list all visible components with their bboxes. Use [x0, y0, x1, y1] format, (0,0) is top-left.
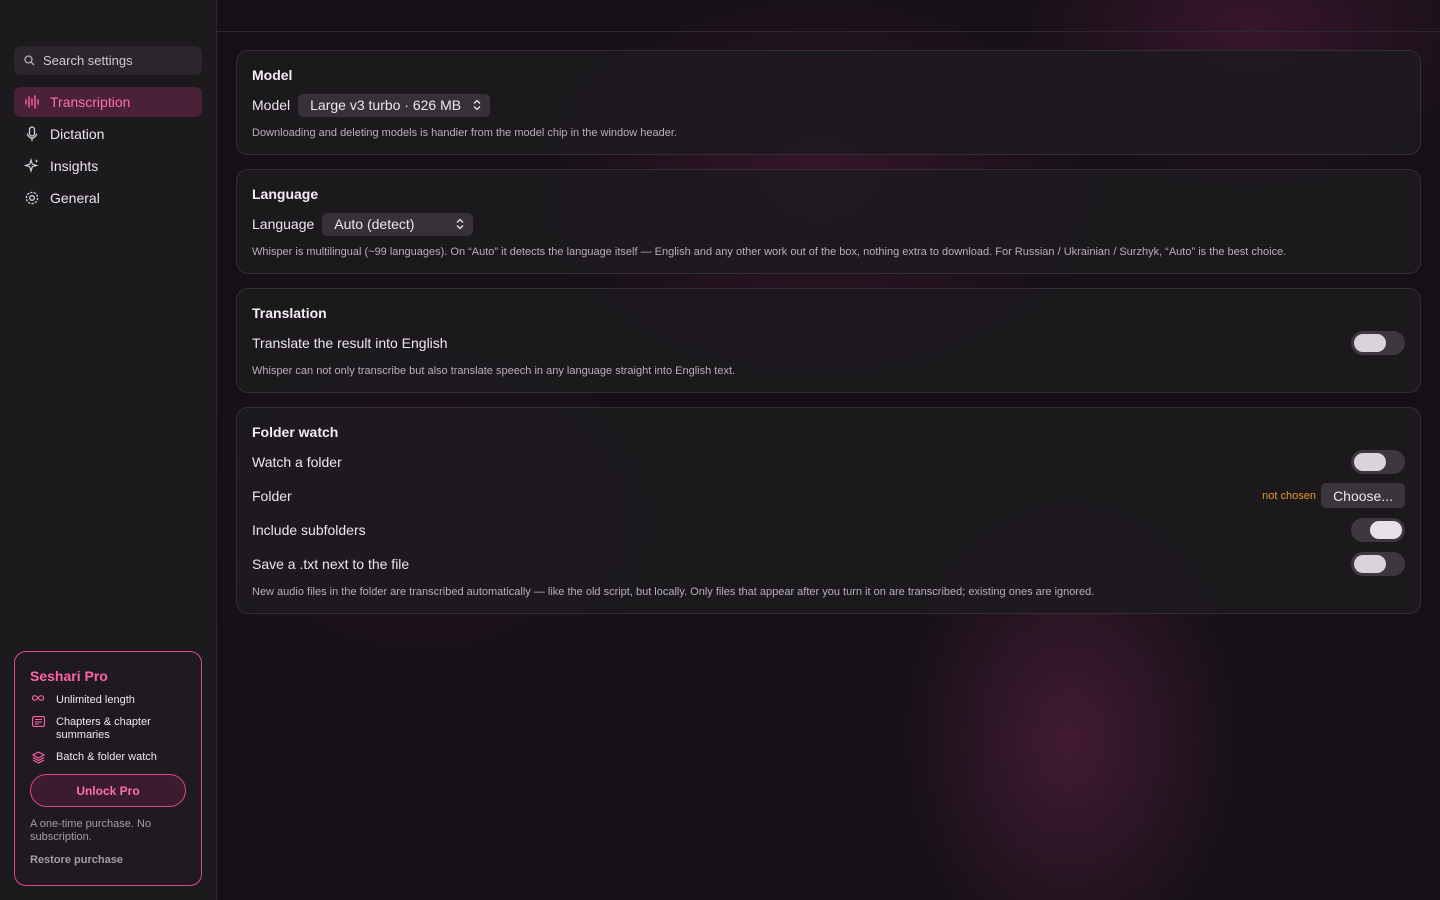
pro-feature-label: Batch & folder watch [56, 751, 157, 763]
model-row: Model Large v3 turbo · 626 MB [252, 93, 1405, 117]
infinity-icon [30, 694, 46, 702]
search-icon [24, 55, 35, 66]
translation-hint: Whisper can not only transcribe but also… [252, 365, 736, 377]
translate-label: Translate the result into English [252, 335, 448, 351]
save-txt-label: Save a .txt next to the file [252, 556, 410, 572]
model-card: Model Model Large v3 turbo · 626 MB Down… [236, 50, 1421, 155]
choose-folder-button[interactable]: Choose... [1321, 483, 1405, 508]
folder-watch-hint: New audio files in the folder are transc… [252, 586, 1095, 598]
toggle-knob [1354, 555, 1386, 573]
chapters-icon [30, 716, 46, 727]
section-title: Folder watch [252, 424, 339, 440]
header-divider [217, 31, 1440, 32]
subfolders-toggle[interactable] [1351, 518, 1405, 542]
model-label: Model [252, 97, 291, 113]
translation-card: Translation Translate the result into En… [236, 288, 1421, 393]
language-label: Language [252, 216, 315, 232]
watch-folder-row: Watch a folder [252, 450, 1405, 474]
pro-title: Seshari Pro [30, 668, 108, 684]
subfolders-label: Include subfolders [252, 522, 366, 538]
language-select-value: Auto (detect) [334, 216, 415, 232]
language-card: Language Language Auto (detect) Whisper … [236, 169, 1421, 274]
search-input[interactable]: Search settings [14, 46, 202, 75]
section-title: Language [252, 186, 319, 202]
language-select[interactable]: Auto (detect) [322, 212, 474, 236]
model-hint: Downloading and deleting models is handi… [252, 127, 677, 139]
save-txt-row: Save a .txt next to the file [252, 552, 1405, 576]
sidebar-item-dictation[interactable]: Dictation [14, 119, 202, 149]
sidebar: Search settings Transcription Dictation … [0, 0, 217, 900]
sidebar-item-label: Insights [50, 158, 99, 174]
sidebar-item-label: Dictation [50, 126, 105, 142]
language-row: Language Auto (detect) [252, 212, 1405, 236]
translate-toggle[interactable] [1351, 331, 1405, 355]
sidebar-item-label: General [50, 190, 100, 206]
translate-row: Translate the result into English [252, 331, 1405, 355]
toggle-knob [1354, 453, 1386, 471]
chevron-updown-icon [456, 218, 464, 230]
folder-row: Folder [252, 484, 1405, 508]
pro-note: A one-time purchase. No subscription. [30, 818, 152, 843]
folder-watch-card: Folder watch Watch a folder Folder not c… [236, 407, 1421, 614]
sparkle-icon [24, 158, 40, 174]
sidebar-item-label: Transcription [50, 94, 131, 110]
restore-purchase-link[interactable]: Restore purchase [30, 854, 186, 866]
microphone-icon [24, 126, 40, 142]
pro-feature: Unlimited length [30, 694, 186, 707]
layers-icon [30, 751, 46, 764]
folder-label: Folder [252, 488, 292, 504]
pro-feature-label: Chapters & chapter summaries [56, 716, 151, 741]
save-txt-toggle[interactable] [1351, 552, 1405, 576]
sidebar-item-general[interactable]: General [14, 183, 202, 213]
pro-feature: Chapters & chapter summaries [30, 716, 186, 742]
waveform-icon [24, 94, 40, 110]
section-title: Translation [252, 305, 327, 321]
model-select[interactable]: Large v3 turbo · 626 MB [298, 93, 491, 117]
sidebar-item-insights[interactable]: Insights [14, 151, 202, 181]
toggle-knob [1370, 521, 1402, 539]
toggle-knob [1354, 334, 1386, 352]
model-select-value: Large v3 turbo · 626 MB [310, 97, 462, 113]
sidebar-item-transcription[interactable]: Transcription [14, 87, 202, 117]
pro-promo-card: Seshari Pro Unlimited length Chapters & … [14, 651, 202, 886]
unlock-pro-button[interactable]: Unlock Pro [30, 774, 186, 807]
pro-feature-label: Unlimited length [56, 694, 135, 706]
search-placeholder: Search settings [43, 53, 133, 68]
watch-folder-toggle[interactable] [1351, 450, 1405, 474]
subfolders-row: Include subfolders [252, 518, 1405, 542]
chevron-updown-icon [473, 99, 481, 111]
language-hint: Whisper is multilingual (~99 languages).… [252, 246, 1287, 258]
folder-status: not chosen [1262, 490, 1316, 502]
gear-icon [24, 190, 40, 206]
watch-folder-label: Watch a folder [252, 454, 342, 470]
section-title: Model [252, 67, 293, 83]
pro-feature: Batch & folder watch [30, 751, 186, 764]
